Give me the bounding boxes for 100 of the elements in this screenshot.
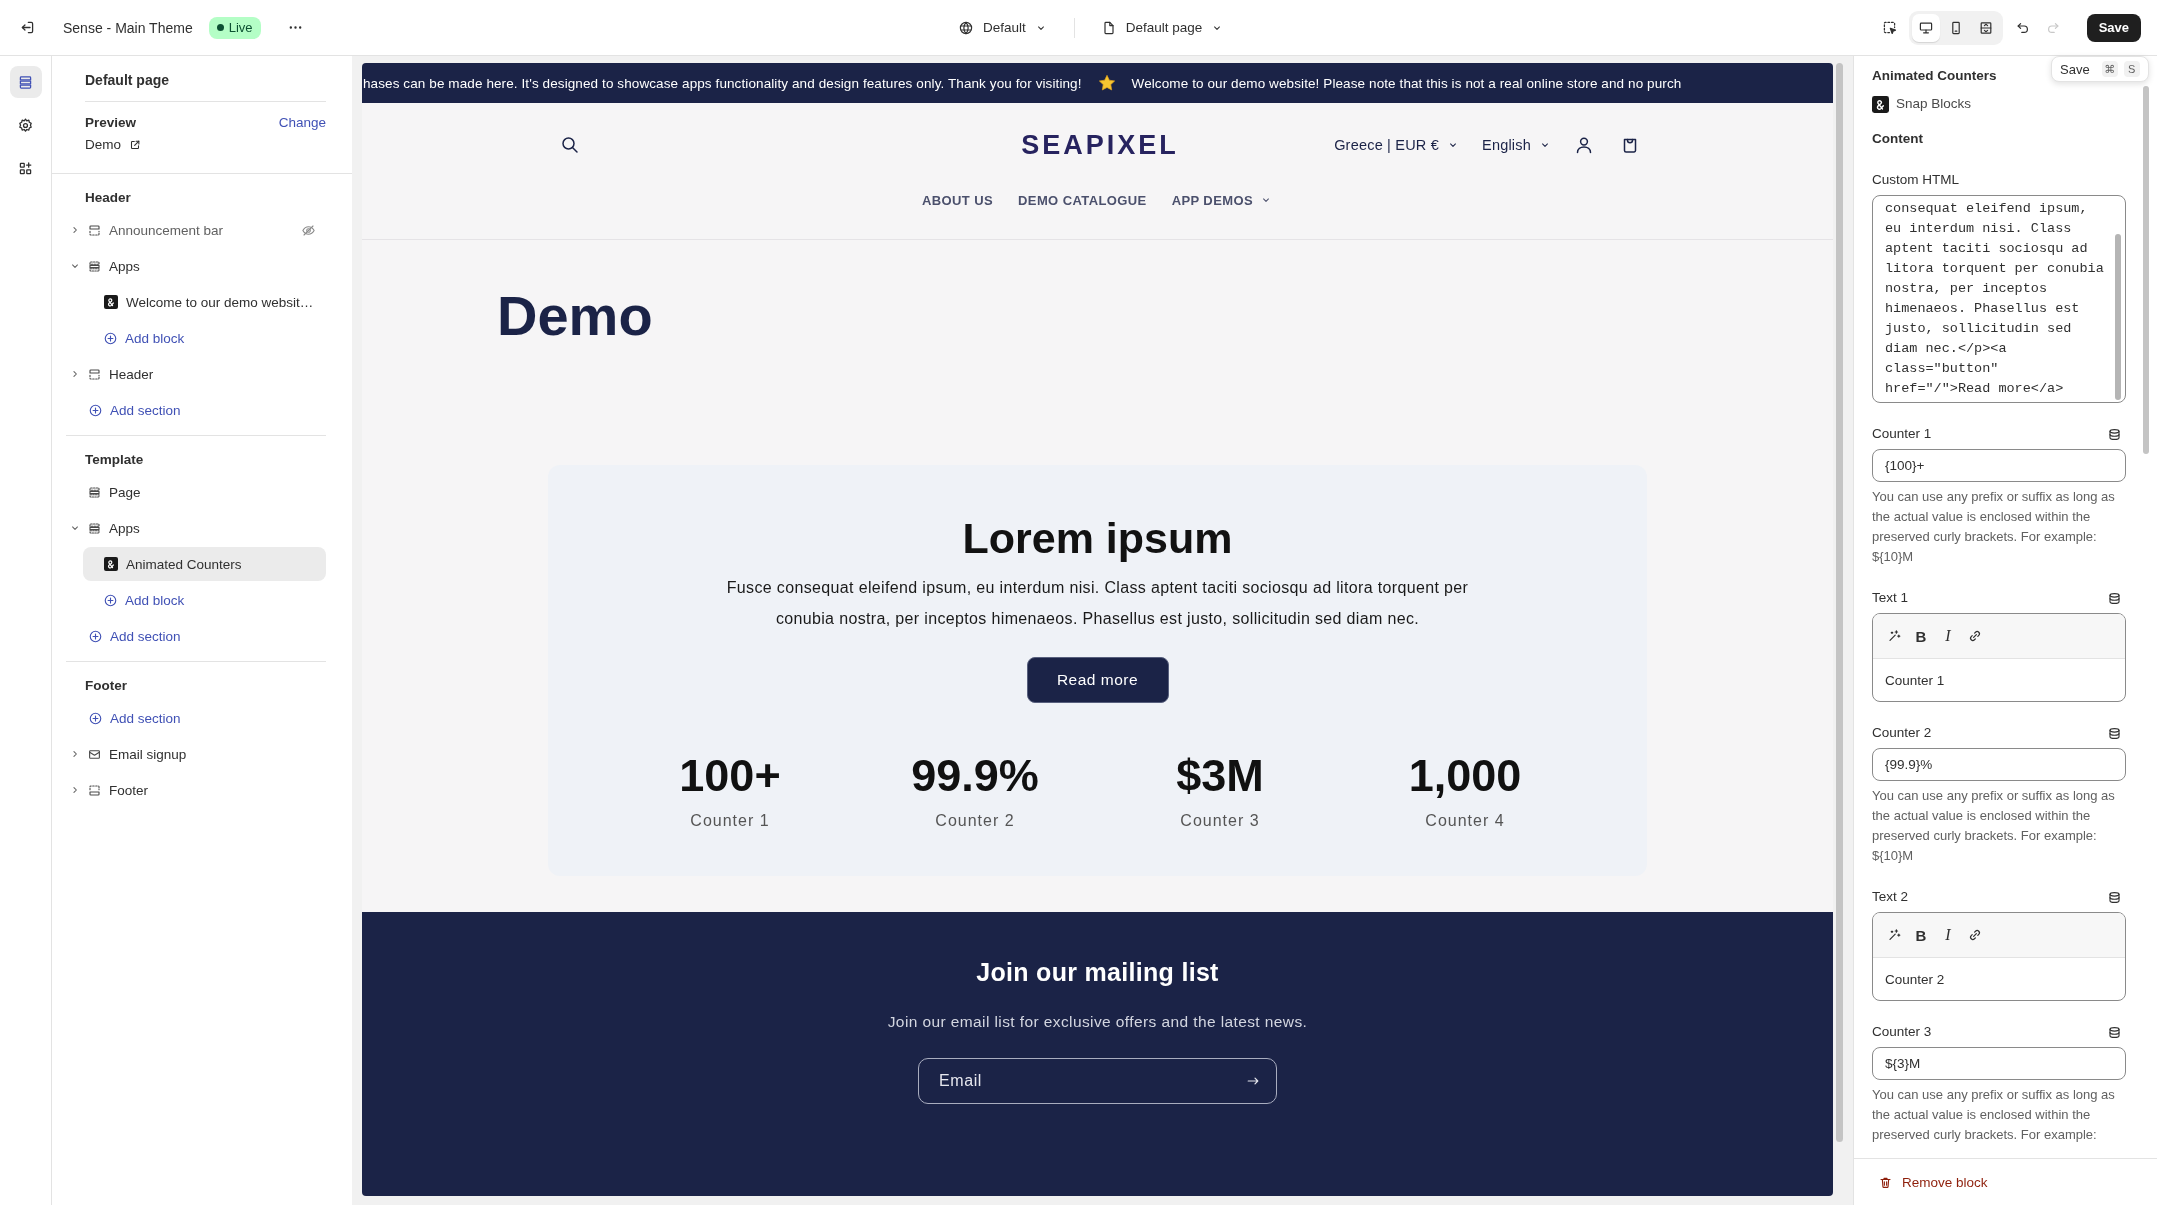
group-heading: Header <box>85 189 132 207</box>
menu-link[interactable]: ABOUT US <box>921 192 994 208</box>
page-heading: Demo <box>497 285 653 347</box>
section-item[interactable]: Announcement bar <box>66 213 326 247</box>
text-input[interactable]: ${3}M <box>1872 1047 2126 1080</box>
database-icon[interactable] <box>2107 889 2122 905</box>
page-selector[interactable]: Default page <box>1098 15 1227 40</box>
scrollbar[interactable] <box>1836 63 1843 1142</box>
layout-top-icon <box>87 222 102 238</box>
magic-wand-icon[interactable] <box>1886 628 1902 644</box>
layout-rows-icon <box>87 484 102 500</box>
block-item[interactable]: Welcome to our demo websit… <box>83 285 326 319</box>
change-link[interactable]: Change <box>278 112 326 134</box>
account-icon[interactable] <box>1574 135 1594 155</box>
remove-block-button[interactable]: Remove block <box>1878 1174 1988 1190</box>
counter-value: 1,000 <box>1407 750 1523 802</box>
block-item[interactable]: Animated Counters <box>83 547 326 581</box>
database-icon[interactable] <box>2107 1024 2122 1040</box>
keyboard-key: ⌘ <box>2101 61 2118 77</box>
field-label: Counter 3 <box>1872 1023 1932 1041</box>
template-selector[interactable]: Default <box>956 15 1050 40</box>
app-logo-icon <box>104 557 118 571</box>
layout-bottom-icon <box>87 782 102 798</box>
menu-link[interactable]: DEMO CATALOGUE <box>1018 192 1147 208</box>
section-item[interactable]: Header <box>66 357 326 391</box>
section-item[interactable]: Email signup <box>66 737 326 771</box>
save-button[interactable]: Save <box>2086 13 2141 42</box>
bold-button[interactable]: B <box>1913 626 1929 646</box>
field-label: Counter 2 <box>1872 724 1932 742</box>
text-input[interactable]: {100}+ <box>1872 449 2126 482</box>
theme-name: Sense - Main Theme <box>63 19 193 36</box>
localization-selector[interactable]: Greece | EUR € <box>1334 137 1461 153</box>
database-icon[interactable] <box>2107 725 2122 741</box>
add-section-link[interactable]: Add section <box>66 619 326 653</box>
link-icon[interactable] <box>1967 927 1983 943</box>
tooltip-text: Save <box>2060 61 2090 77</box>
add-block-link[interactable]: Add block <box>66 321 326 355</box>
store-logo[interactable]: SEAPIXEL <box>1021 129 1179 161</box>
help-text: You can use any prefix or suffix as long as the actual value is enclosed within the preserved curly brackets. For example: <box>1872 1086 2116 1144</box>
help-text: You can use any prefix or suffix as long as the actual value is enclosed within the preserved curly brackets. For example: ${10}M <box>1872 488 2116 566</box>
search-icon[interactable] <box>560 135 580 155</box>
editor-content-field[interactable]: Counter 2 <box>1873 958 2125 1000</box>
layout-rows-icon <box>17 73 34 91</box>
database-icon[interactable] <box>2107 426 2122 442</box>
layout-rows-icon <box>87 520 102 536</box>
counter-value: $3M <box>1175 750 1265 802</box>
newsletter-text: Join our email list for exclusive offers and the latest news. <box>886 1012 1309 1032</box>
menu-link[interactable]: APP DEMOS <box>1171 192 1274 208</box>
help-text: You can use any prefix or suffix as long as the actual value is enclosed within the preserved curly brackets. For example: ${10}M <box>1872 787 2116 865</box>
exit-icon[interactable] <box>19 19 36 36</box>
italic-button[interactable]: I <box>1940 626 1956 646</box>
layout-rows-icon <box>87 258 102 274</box>
read-more-button[interactable]: Read more <box>1026 657 1169 703</box>
link-icon[interactable] <box>1967 628 1983 644</box>
status-dot-icon <box>216 24 224 31</box>
card-text: Fusce consequat eleifend ipsum, eu interdum nisi. Class aptent taciti sociosqu ad litora torquent per conubia nostra, per inceptos himenaeos. Phasellus est justo, sollicitudin sed diam nec. <box>725 578 1470 629</box>
settings-heading: Content <box>1872 130 1924 148</box>
external-link-icon <box>128 138 142 152</box>
star-icon <box>1097 74 1116 92</box>
code-textarea[interactable]: consequat eleifend ipsum, eu interdum nisi. Class aptent taciti sociosqu ad litora torquent per conubia nostra, per inceptos himenaeos. Phasellus est justo, sollicitudin sed diam nec.</p><a class="button" href="/">Read more</a> <box>1872 195 2126 403</box>
preview-page-link[interactable]: Demo <box>85 134 142 156</box>
scrollbar[interactable] <box>2115 234 2121 400</box>
announcement-text: hases can be made here. It's designed to showcase apps functionality and design features only. Thank you for visiting! <box>363 75 1082 91</box>
section-item[interactable]: Page <box>66 475 326 509</box>
page-title: Default page <box>85 71 170 90</box>
add-block-link[interactable]: Add block <box>66 583 326 617</box>
add-section-link[interactable]: Add section <box>66 701 326 735</box>
magic-wand-icon[interactable] <box>1886 927 1902 943</box>
field-label: Text 2 <box>1872 888 1909 906</box>
text-input[interactable]: {99.9}% <box>1872 748 2126 781</box>
group-heading: Template <box>85 451 145 469</box>
field-label: Text 1 <box>1872 589 1909 607</box>
app-name: Snap Blocks <box>1896 95 1972 113</box>
italic-button[interactable]: I <box>1940 925 1956 945</box>
globe-icon <box>958 19 974 36</box>
scrollbar[interactable] <box>2143 86 2149 454</box>
add-section-link[interactable]: Add section <box>66 393 326 427</box>
bold-button[interactable]: B <box>1913 925 1929 945</box>
field-label: Counter 1 <box>1872 425 1932 443</box>
counter-label: Counter 1 <box>689 811 771 831</box>
section-item[interactable]: Footer <box>66 773 326 807</box>
email-field[interactable]: Email <box>918 1058 1277 1104</box>
section-item[interactable]: Apps <box>66 249 326 283</box>
counter-label: Counter 2 <box>934 811 1016 831</box>
section-item[interactable]: Apps <box>66 511 326 545</box>
preview-label: Preview <box>85 114 137 132</box>
card-heading: Lorem ipsum <box>961 513 1234 564</box>
localization-selector[interactable]: English <box>1482 137 1552 153</box>
status-text: Live <box>228 20 253 35</box>
group-heading: Footer <box>85 677 128 695</box>
counter-value: 100+ <box>678 750 782 802</box>
settings-icon <box>17 116 34 134</box>
counter-label: Counter 4 <box>1424 811 1506 831</box>
view-mode-button[interactable] <box>1911 13 1940 42</box>
editor-content-field[interactable]: Counter 1 <box>1873 659 2125 701</box>
counter-value: 99.9% <box>910 750 1040 802</box>
field-label: Custom HTML <box>1872 171 1959 189</box>
block-title: Animated Counters <box>1872 67 1997 85</box>
announcement-text: Welcome to our demo website! Please note that this is not a real online store and no purch <box>1131 75 1682 91</box>
database-icon[interactable] <box>2107 590 2122 606</box>
